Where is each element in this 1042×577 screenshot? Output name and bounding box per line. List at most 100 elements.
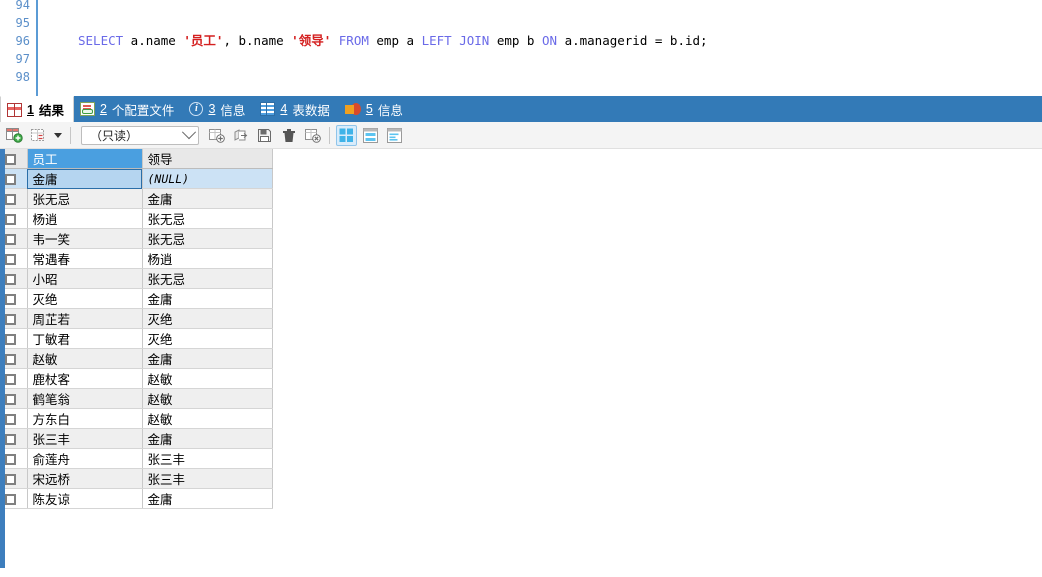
- row-checkbox-cell[interactable]: [5, 408, 28, 429]
- row-checkbox-cell[interactable]: [5, 448, 28, 469]
- grid-cell[interactable]: 金庸: [142, 348, 273, 369]
- tab-profiles[interactable]: 2 个配置文件: [74, 96, 183, 122]
- checkbox-icon[interactable]: [5, 173, 16, 185]
- tab-info-3[interactable]: i 3 信息: [183, 96, 254, 122]
- grid-cell[interactable]: 灭绝: [142, 328, 273, 349]
- checkbox-icon[interactable]: [5, 233, 16, 245]
- sql-editor[interactable]: 94 95 96 97 98 SELECT a.name '员工', b.nam…: [0, 0, 1042, 96]
- tab-result[interactable]: 1 结果: [0, 96, 74, 122]
- grid-cell[interactable]: 方东白: [27, 408, 143, 429]
- table-row[interactable]: 方东白 赵敏: [5, 408, 273, 429]
- select-range-button[interactable]: [28, 125, 49, 146]
- row-checkbox-cell[interactable]: [5, 388, 28, 409]
- result-grid-area[interactable]: 员工 领导 金庸 (NULL) 张无忌 金庸 杨逍 张无忌 韦一笑 张无忌 常遇春 杨逍 小昭 张无忌 灭绝…: [0, 149, 1042, 568]
- add-record-button[interactable]: [4, 125, 25, 146]
- checkbox-icon[interactable]: [5, 293, 16, 305]
- grid-cell[interactable]: 赵敏: [142, 408, 273, 429]
- checkbox-icon[interactable]: [5, 193, 16, 205]
- grid-cell[interactable]: 小昭: [27, 268, 143, 289]
- grid-cell[interactable]: 陈友谅: [27, 488, 143, 509]
- tab-table-data[interactable]: 4 表数据: [254, 96, 338, 122]
- grid-column-header[interactable]: 员工: [27, 149, 143, 169]
- row-checkbox-cell[interactable]: [5, 228, 28, 249]
- select-range-dropdown[interactable]: [52, 125, 64, 146]
- table-row[interactable]: 常遇春 杨逍: [5, 248, 273, 269]
- grid-cell[interactable]: 金庸: [27, 168, 143, 189]
- row-checkbox-cell[interactable]: [5, 428, 28, 449]
- grid-cell[interactable]: 鹿杖客: [27, 368, 143, 389]
- table-row[interactable]: 鹿杖客 赵敏: [5, 368, 273, 389]
- checkbox-icon[interactable]: [5, 273, 16, 285]
- row-checkbox-cell[interactable]: [5, 208, 28, 229]
- grid-cell[interactable]: 宋远桥: [27, 468, 143, 489]
- text-view-button[interactable]: [384, 125, 405, 146]
- cancel-changes-button[interactable]: [302, 125, 323, 146]
- grid-cell[interactable]: 周芷若: [27, 308, 143, 329]
- table-row[interactable]: 宋远桥 张三丰: [5, 468, 273, 489]
- table-row[interactable]: 灭绝 金庸: [5, 288, 273, 309]
- checkbox-icon[interactable]: [5, 333, 16, 345]
- grid-cell[interactable]: 赵敏: [142, 368, 273, 389]
- grid-cell[interactable]: 张无忌: [142, 268, 273, 289]
- checkbox-icon[interactable]: [5, 393, 16, 405]
- tab-info-5[interactable]: 5 信息: [339, 96, 412, 122]
- table-row[interactable]: 张无忌 金庸: [5, 188, 273, 209]
- row-checkbox-cell[interactable]: [5, 168, 28, 189]
- grid-cell[interactable]: 常遇春: [27, 248, 143, 269]
- grid-cell[interactable]: 张无忌: [142, 208, 273, 229]
- grid-cell[interactable]: 金庸: [142, 288, 273, 309]
- export-button[interactable]: [230, 125, 251, 146]
- row-checkbox-cell[interactable]: [5, 328, 28, 349]
- grid-cell[interactable]: 金庸: [142, 188, 273, 209]
- grid-cell[interactable]: 赵敏: [142, 388, 273, 409]
- checkbox-icon[interactable]: [5, 153, 16, 165]
- table-row[interactable]: 周芷若 灭绝: [5, 308, 273, 329]
- result-grid[interactable]: 员工 领导 金庸 (NULL) 张无忌 金庸 杨逍 张无忌 韦一笑 张无忌 常遇春 杨逍 小昭 张无忌 灭绝…: [5, 149, 273, 509]
- checkbox-icon[interactable]: [5, 473, 16, 485]
- grid-cell[interactable]: 张三丰: [142, 468, 273, 489]
- checkbox-icon[interactable]: [5, 453, 16, 465]
- table-row[interactable]: 杨逍 张无忌: [5, 208, 273, 229]
- row-checkbox-cell[interactable]: [5, 308, 28, 329]
- grid-cell[interactable]: 杨逍: [142, 248, 273, 269]
- grid-cell[interactable]: 张无忌: [27, 188, 143, 209]
- checkbox-icon[interactable]: [5, 253, 16, 265]
- checkbox-icon[interactable]: [5, 433, 16, 445]
- table-row[interactable]: 金庸 (NULL): [5, 168, 273, 189]
- grid-cell[interactable]: 张无忌: [142, 228, 273, 249]
- grid-cell[interactable]: 金庸: [142, 428, 273, 449]
- delete-record-button[interactable]: [278, 125, 299, 146]
- editor-code-area[interactable]: SELECT a.name '员工', b.name '领导' FROM emp…: [40, 0, 1042, 96]
- row-checkbox-cell[interactable]: [5, 268, 28, 289]
- grid-cell[interactable]: 韦一笑: [27, 228, 143, 249]
- row-checkbox-cell[interactable]: [5, 468, 28, 489]
- table-row[interactable]: 小昭 张无忌: [5, 268, 273, 289]
- grid-cell[interactable]: 鹤笔翁: [27, 388, 143, 409]
- code-line-sql[interactable]: SELECT a.name '员工', b.name '领导' FROM emp…: [40, 32, 1042, 50]
- grid-cell[interactable]: 张三丰: [27, 428, 143, 449]
- checkbox-icon[interactable]: [5, 413, 16, 425]
- apply-changes-button[interactable]: [206, 125, 227, 146]
- row-checkbox-cell[interactable]: [5, 488, 28, 509]
- grid-cell[interactable]: 金庸: [142, 488, 273, 509]
- grid-cell[interactable]: (NULL): [142, 168, 273, 189]
- save-button[interactable]: [254, 125, 275, 146]
- result-tab-bar[interactable]: 1 结果 2 个配置文件 i 3 信息 4 表数据 5 信息: [0, 96, 1042, 122]
- grid-view-button[interactable]: [336, 124, 357, 146]
- table-row[interactable]: 陈友谅 金庸: [5, 488, 273, 509]
- row-checkbox-cell[interactable]: [5, 348, 28, 369]
- edit-mode-select[interactable]: （只读）: [81, 125, 199, 145]
- form-view-button[interactable]: [360, 125, 381, 146]
- result-toolbar[interactable]: （只读）: [0, 122, 1042, 149]
- checkbox-icon[interactable]: [5, 353, 16, 365]
- table-row[interactable]: 张三丰 金庸: [5, 428, 273, 449]
- row-checkbox-cell[interactable]: [5, 288, 28, 309]
- grid-cell[interactable]: 张三丰: [142, 448, 273, 469]
- checkbox-icon[interactable]: [5, 493, 16, 505]
- grid-cell[interactable]: 杨逍: [27, 208, 143, 229]
- grid-column-header[interactable]: 领导: [142, 149, 273, 169]
- table-row[interactable]: 赵敏 金庸: [5, 348, 273, 369]
- checkbox-icon[interactable]: [5, 373, 16, 385]
- row-checkbox-cell[interactable]: [5, 368, 28, 389]
- table-row[interactable]: 鹤笔翁 赵敏: [5, 388, 273, 409]
